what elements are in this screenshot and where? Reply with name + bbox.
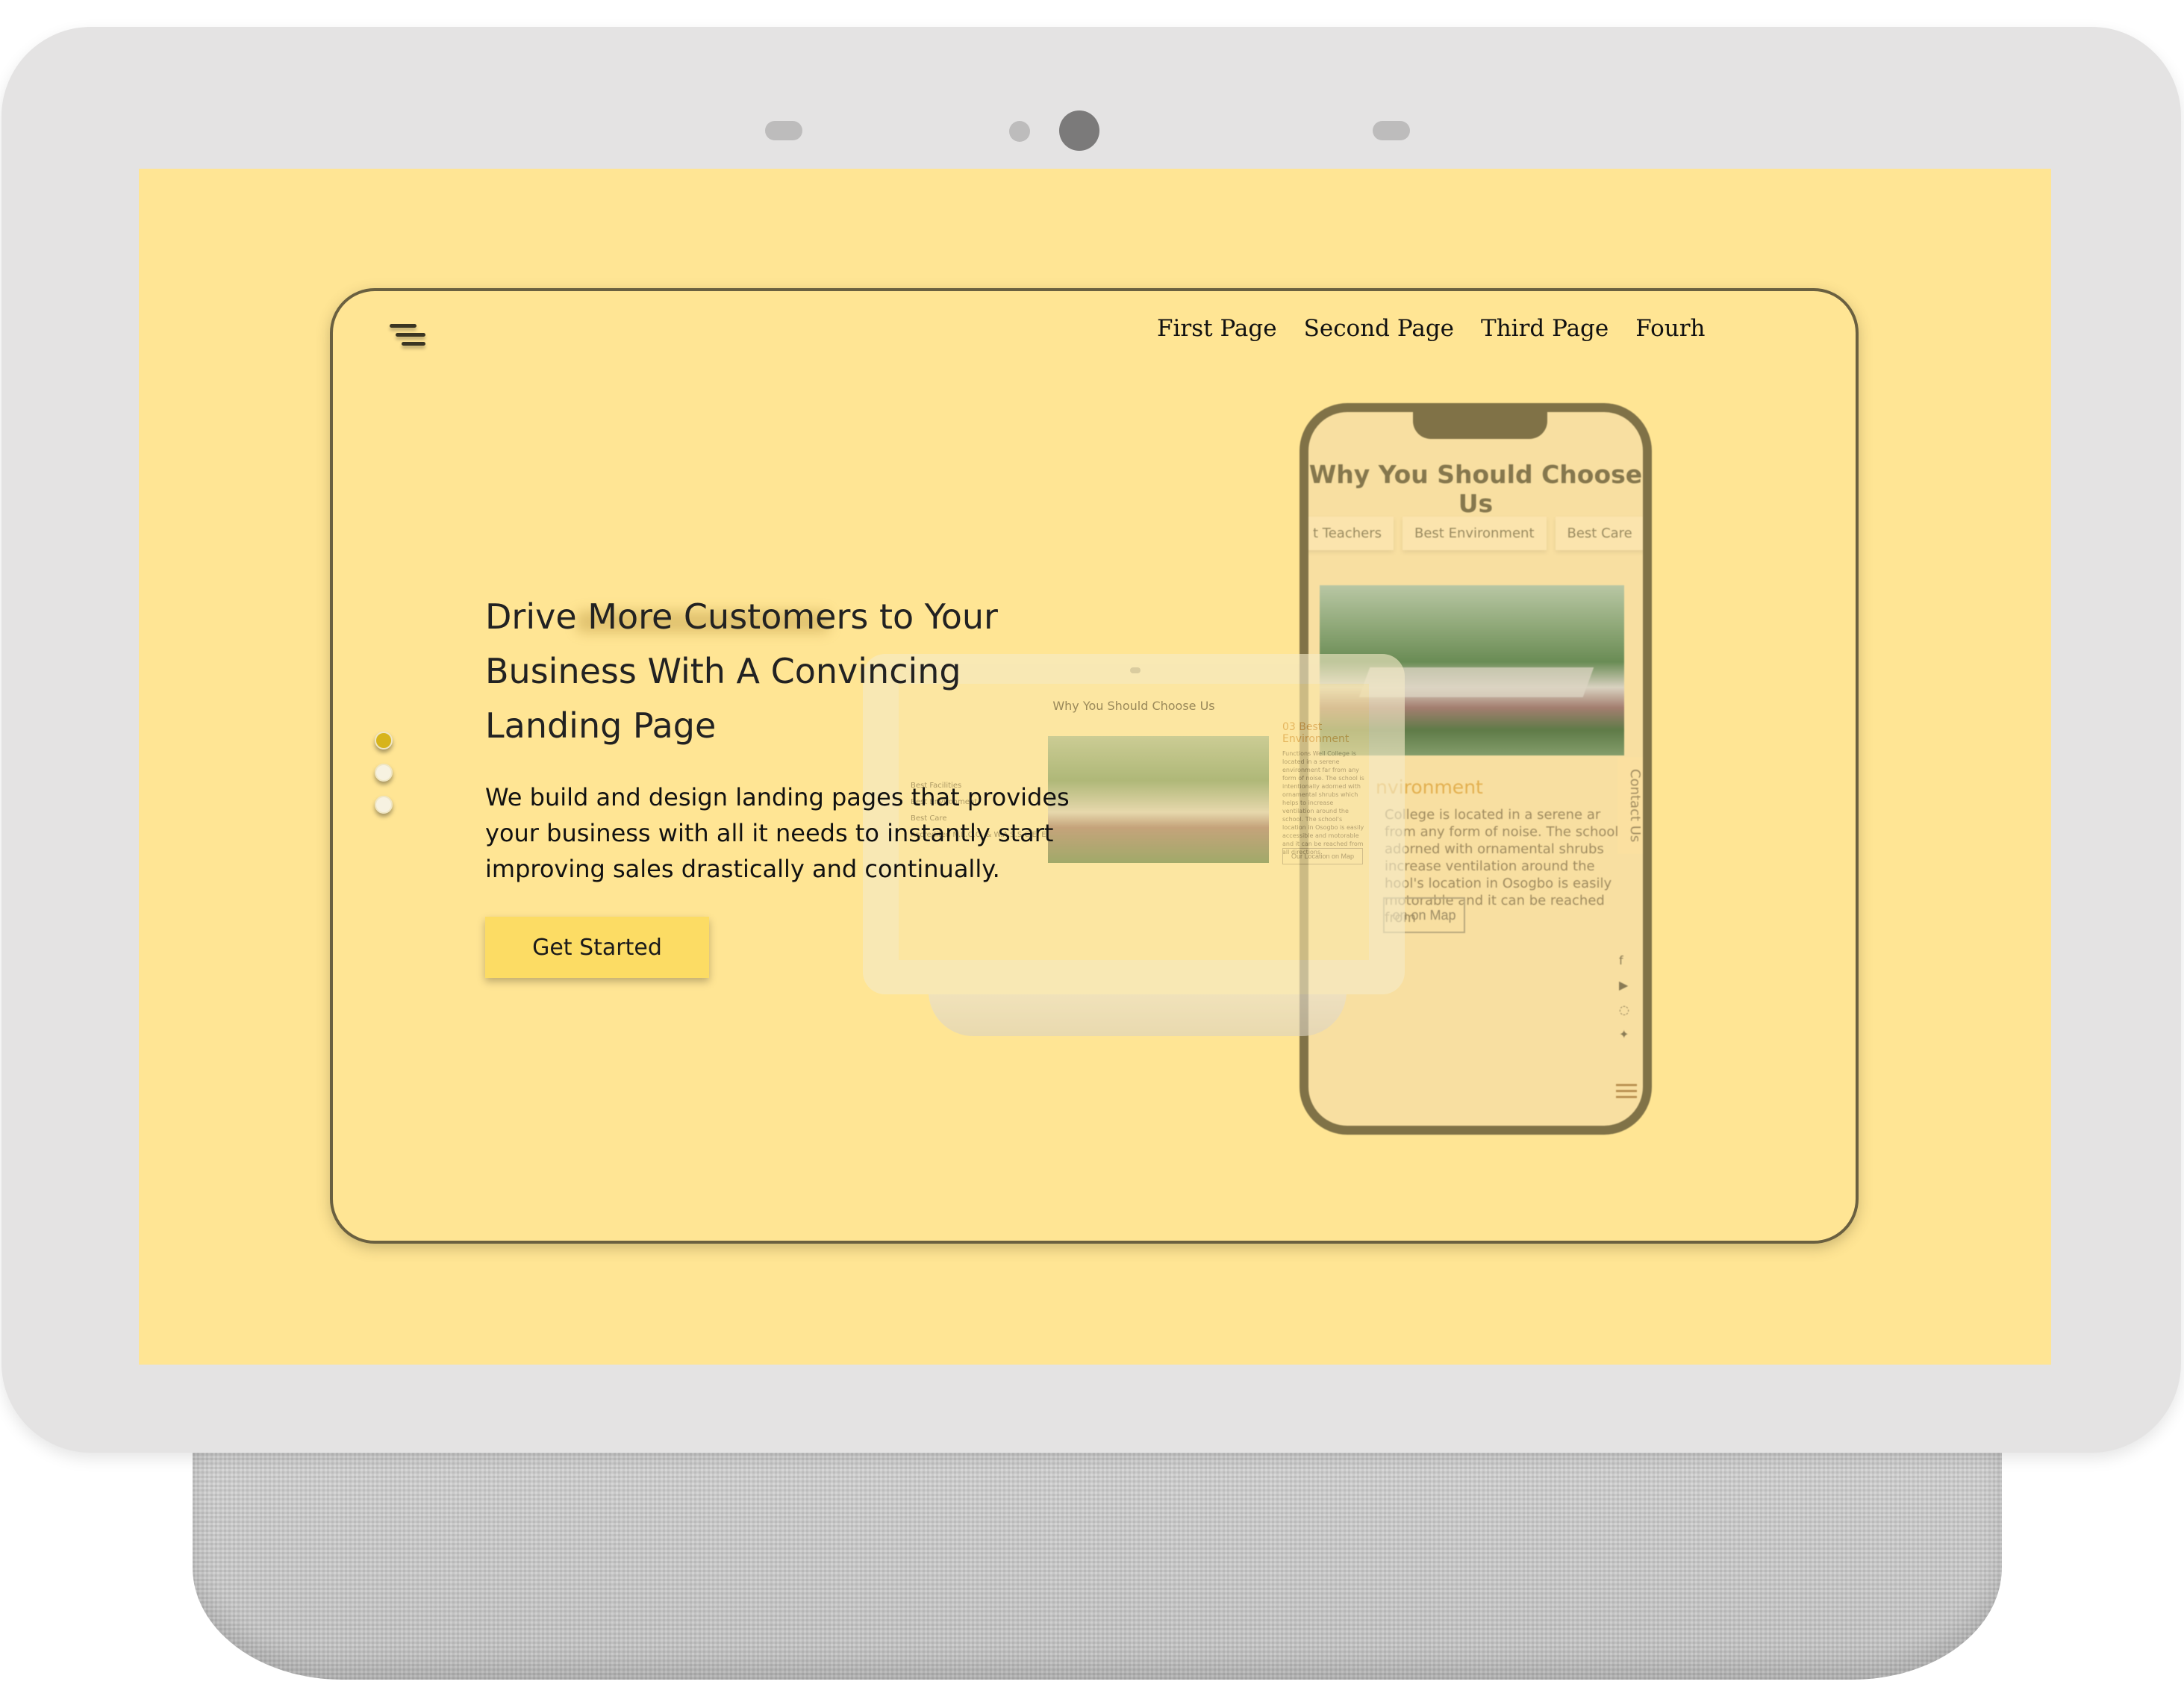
phone-tab-teachers: t Teachers xyxy=(1308,517,1394,550)
nav-fourth-page[interactable]: Fourh xyxy=(1635,315,1705,342)
facebook-icon: f xyxy=(1619,953,1623,967)
tablet-side-text: Functions Well College is located in a s… xyxy=(1282,750,1364,855)
phone-tab-care: Best Care xyxy=(1555,517,1643,550)
get-started-button[interactable]: Get Started xyxy=(485,917,709,978)
tablet-camera xyxy=(1130,667,1141,673)
phone-menu-icon xyxy=(1616,1084,1637,1099)
phone-title: Why You Should Choose Us xyxy=(1308,460,1643,518)
top-navigation: First Page Second Page Third Page Fourh xyxy=(1157,315,1705,342)
pager-dot[interactable] xyxy=(375,764,393,782)
phone-tab-environment: Best Environment xyxy=(1402,517,1547,550)
sensor-slot-right xyxy=(1373,121,1410,140)
device-screen: First Page Second Page Third Page Fourh … xyxy=(139,169,2051,1365)
youtube-icon: ▶ xyxy=(1619,978,1629,992)
sensor-slot-left xyxy=(765,121,802,140)
pager-dot[interactable] xyxy=(375,732,393,749)
nav-second-page[interactable]: Second Page xyxy=(1304,315,1454,342)
phone-contact-tab: Contact Us xyxy=(1617,757,1643,854)
tablet-map-button: Our Location on Map xyxy=(1282,848,1363,864)
speaker-base xyxy=(193,1433,2002,1680)
nav-third-page[interactable]: Third Page xyxy=(1481,315,1609,342)
twitter-icon: ✦ xyxy=(1619,1027,1629,1041)
hero-description: We build and design landing pages that p… xyxy=(485,783,1070,883)
whatsapp-icon: ◌ xyxy=(1619,1003,1629,1017)
camera-icon xyxy=(1059,110,1099,151)
hamburger-menu-icon[interactable] xyxy=(390,320,431,352)
hero-title: Drive More Customers to Your Business Wi… xyxy=(485,596,998,746)
tablet-side-heading: 03 Best Environment xyxy=(1282,721,1350,745)
ambient-sensor xyxy=(1009,121,1030,142)
pager-dot[interactable] xyxy=(375,796,393,814)
device-frame: First Page Second Page Third Page Fourh … xyxy=(1,27,2181,1453)
phone-social-icons: f ▶ ◌ ✦ xyxy=(1619,953,1629,1041)
landing-page-card: First Page Second Page Third Page Fourh … xyxy=(330,288,1859,1244)
phone-tabs: t Teachers Best Environment Best Care xyxy=(1308,517,1643,550)
nav-first-page[interactable]: First Page xyxy=(1157,315,1277,342)
phone-notch xyxy=(1413,412,1547,439)
